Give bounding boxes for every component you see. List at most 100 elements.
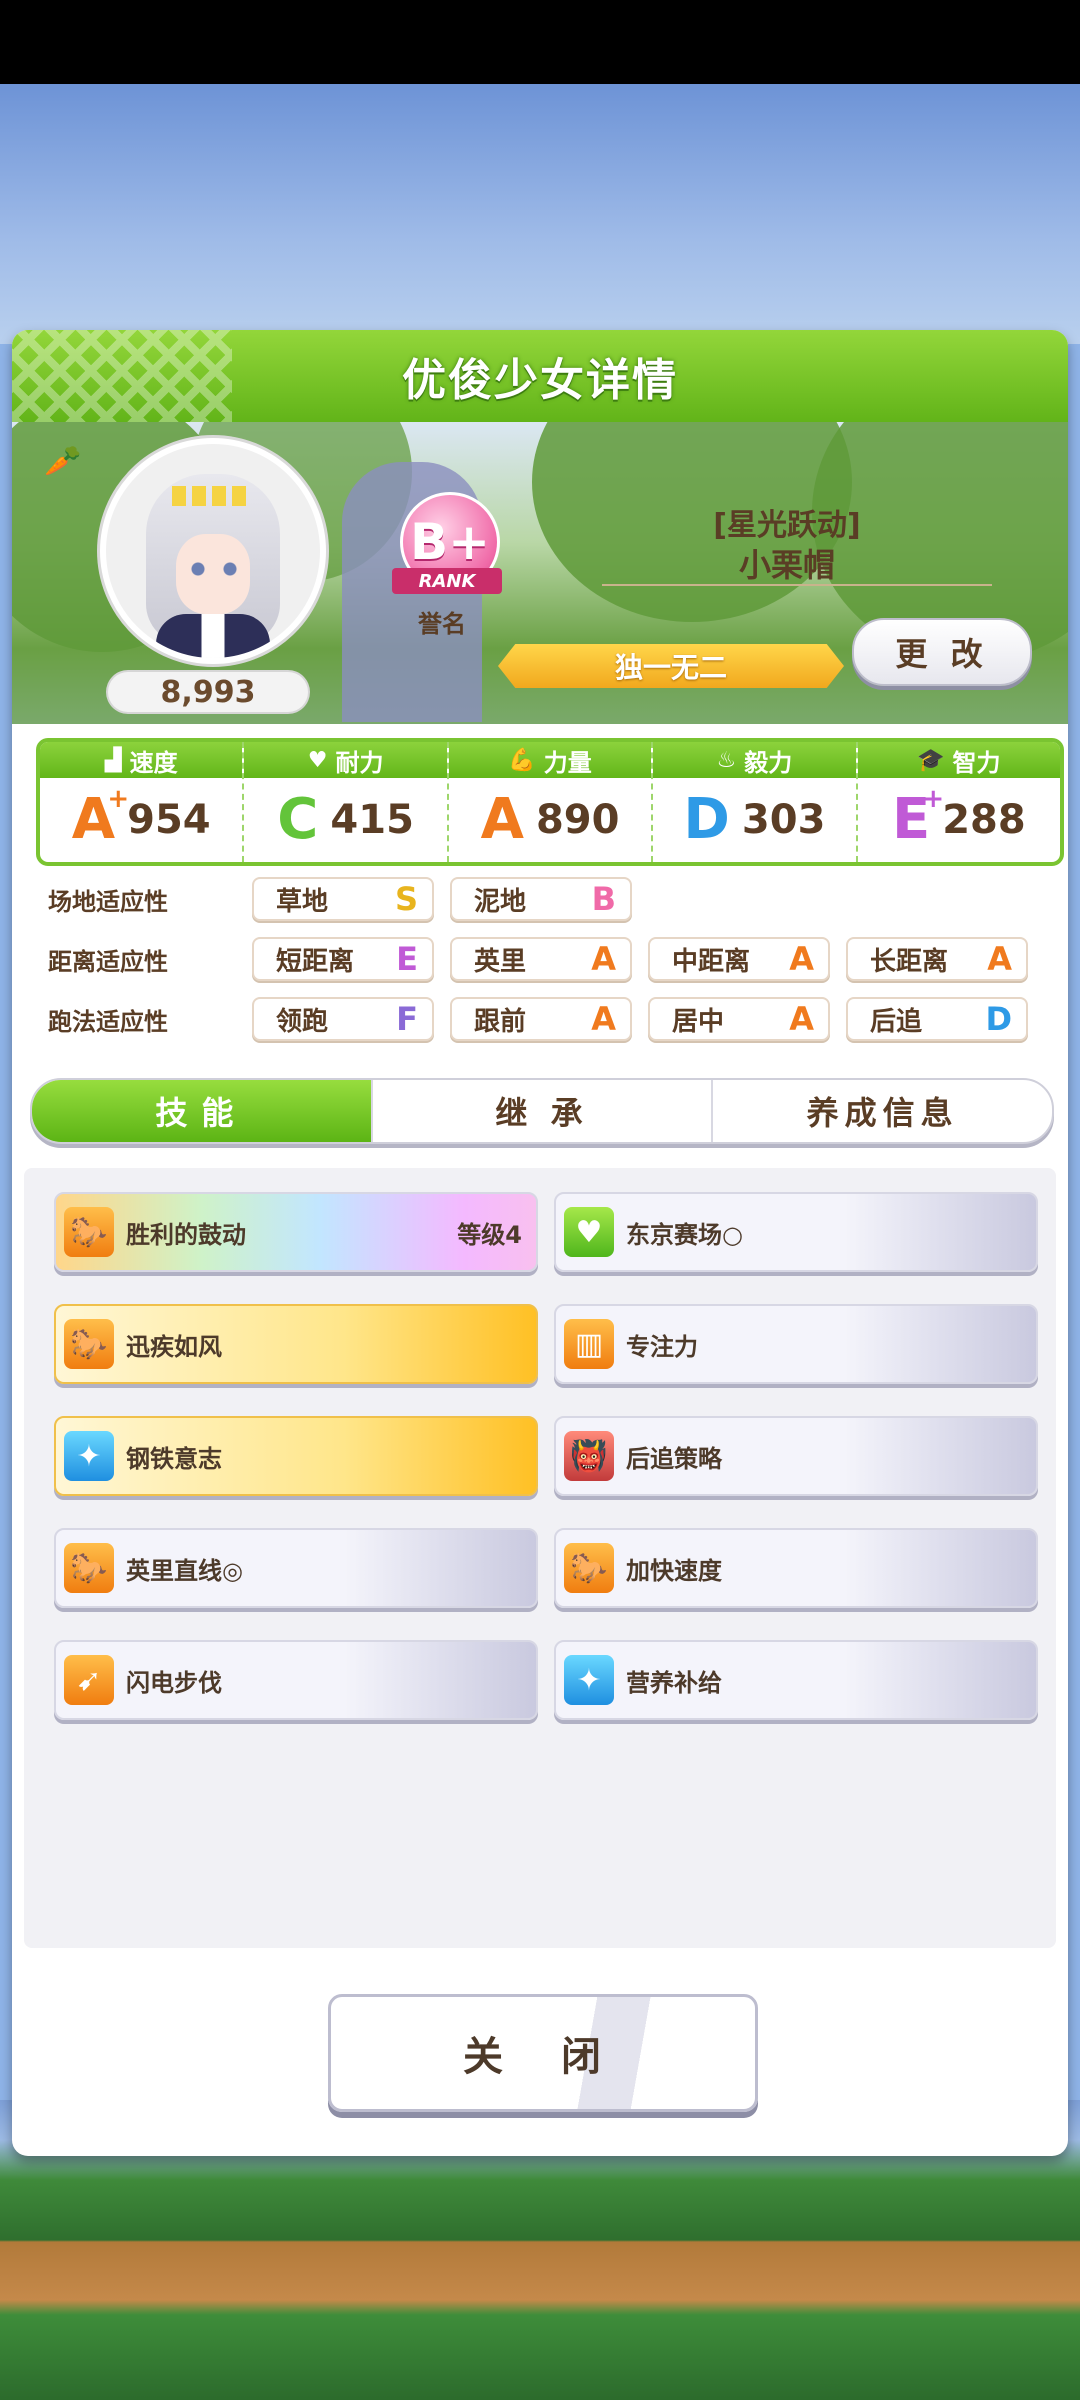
aptitude-name: 跟前 [474,1006,527,1037]
aptitude-name: 居中 [672,1006,725,1037]
skills-list: 🐎 胜利的鼓动 等级4 ♥ 东京赛场○ 🐎 迅疾如风 ▥ 专注力 ✦ 钢铁意志 👹 后追策略 🐎 英里直线◎… [24,1168,1056,1948]
skill-card[interactable]: 🐎 迅疾如风 [54,1304,538,1384]
aptitude-grade: A [591,940,616,978]
close-button[interactable]: 关 闭 [328,1994,758,2112]
aptitude-chip: 英里 A [450,937,632,981]
stat-body: A +954 [40,778,242,862]
horse-runner-icon: 🐎 [64,1543,114,1593]
skill-name: 钢铁意志 [126,1444,222,1473]
aptitude-name: 中距离 [672,946,751,977]
skill-card[interactable]: 👹 后追策略 [554,1416,1038,1496]
stat-4: 🎓 智力 E +288 [857,742,1060,862]
graduation-cap-icon: 🎓 [917,747,945,773]
horse-runner-icon: 🐎 [64,1207,114,1257]
shoe-icon: ▟ [104,747,122,773]
arrow-shoe-icon: ➹ [64,1655,114,1705]
aptitude-chip: 跟前 A [450,997,632,1041]
stat-body: D 303 [653,778,855,862]
stat-grade: C [277,787,319,852]
stat-body: C 415 [244,778,446,862]
aptitude-grade: S [394,880,418,918]
stat-grade: A + [71,784,130,852]
demon-icon: 👹 [564,1431,614,1481]
skill-name: 加快速度 [626,1556,722,1585]
skill-name: 胜利的鼓动 [126,1220,246,1249]
skill-card[interactable]: ➹ 闪电步伐 [54,1640,538,1720]
aptitude-chip: 草地 S [252,877,434,921]
stat-header: ♨ 毅力 [653,742,856,778]
distance-aptitude-row: 距离适应性 短距离 E 英里 A 中距离 A 长距离 A [48,934,1044,984]
aptitude-grade: B [591,880,616,918]
aptitude-chip: 领跑 F [252,997,434,1041]
stat-header: ♥ 耐力 [244,742,447,778]
stat-name: 速度 [129,748,178,777]
aptitude-grade: A [789,940,814,978]
skill-name: 闪电步伐 [126,1668,222,1697]
stat-body: A 890 [449,778,651,862]
stat-value: 890 [535,797,620,843]
detail-tabs: 技能 继 承 养成信息 [30,1078,1054,1144]
aptitude-grade: E [396,940,418,978]
header-pattern [12,330,232,422]
horse-runner-icon: 🐎 [64,1319,114,1369]
stat-grade: D [683,787,730,852]
aptitude-chip: 短距离 E [252,937,434,981]
aptitude-name: 后追 [870,1006,923,1037]
stat-value: 303 [741,797,826,843]
carrot-icon: 🥕 [44,444,82,479]
stat-name: 智力 [952,748,1001,777]
skill-level: 等级4 [457,1220,522,1249]
surface-aptitude-label: 场地适应性 [48,887,168,916]
surface-aptitude-row: 场地适应性 草地 S 泥地 B [48,874,648,924]
sparkle-icon: ✦ [564,1655,614,1705]
skill-card[interactable]: ✦ 钢铁意志 [54,1416,538,1496]
skill-card[interactable]: 🐎 英里直线◎ [54,1528,538,1608]
tab-inheritance[interactable]: 继 承 [373,1080,714,1142]
rank-ribbon: RANK [392,568,502,594]
skill-card[interactable]: 🐎 加快速度 [554,1528,1038,1608]
aptitude-grade: F [396,1000,418,1038]
stat-value: 415 [330,797,414,843]
aptitude-grade: A [789,1000,814,1038]
skill-card[interactable]: 🐎 胜利的鼓动 等级4 [54,1192,538,1272]
umamusume-detail-dialog: 优俊少女详情 🥕 8,993 B+ RANK 誉名 [星光跃动] 小栗帽 独一无… [12,330,1068,2156]
skill-name: 营养补给 [626,1668,722,1697]
aptitude-chip: 居中 A [648,997,830,1041]
character-avatar[interactable] [100,438,326,664]
skill-card[interactable]: ♥ 东京赛场○ [554,1192,1038,1272]
stat-header: 🎓 智力 [857,742,1060,778]
skill-name: 英里直线◎ [126,1556,243,1585]
skill-name: 迅疾如风 [126,1332,222,1361]
aptitude-chip: 后追 D [846,997,1028,1041]
dialog-header: 优俊少女详情 [12,330,1068,422]
tab-skills[interactable]: 技能 [32,1080,373,1142]
skill-card[interactable]: ✦ 营养补给 [554,1640,1038,1720]
stat-name: 毅力 [744,748,793,777]
stat-1: ♥ 耐力 C 415 [244,742,449,862]
muscle-icon: 💪 [508,747,536,773]
skill-name: 后追策略 [626,1444,722,1473]
stat-2: 💪 力量 A 890 [448,742,654,862]
heart-icon: ♥ [307,747,328,773]
skill-card[interactable]: ▥ 专注力 [554,1304,1038,1384]
aptitude-grade: D [985,1000,1012,1038]
skill-name: 专注力 [626,1332,698,1361]
flame-icon: ♨ [716,747,737,773]
stat-grade: A [480,787,524,852]
skill-name: 东京赛场○ [626,1220,743,1249]
fan-count: 8,993 [108,672,308,712]
horse-runner-icon: 🐎 [564,1543,614,1593]
aptitude-chip: 泥地 B [450,877,632,921]
aptitude-name: 草地 [276,886,329,917]
aptitude-name: 英里 [474,946,527,977]
sparkle-icon: ✦ [64,1431,114,1481]
status-bar [0,0,1080,84]
aptitude-name: 泥地 [474,886,527,917]
stat-body: E +288 [858,778,1060,862]
tab-training-info[interactable]: 养成信息 [713,1080,1052,1142]
change-title-button[interactable]: 更 改 [852,618,1032,686]
aptitude-chip: 长距离 A [846,937,1028,981]
stat-3: ♨ 毅力 D 303 [653,742,858,862]
aptitude-grade: A [987,940,1012,978]
character-name: 小栗帽 [738,546,835,584]
